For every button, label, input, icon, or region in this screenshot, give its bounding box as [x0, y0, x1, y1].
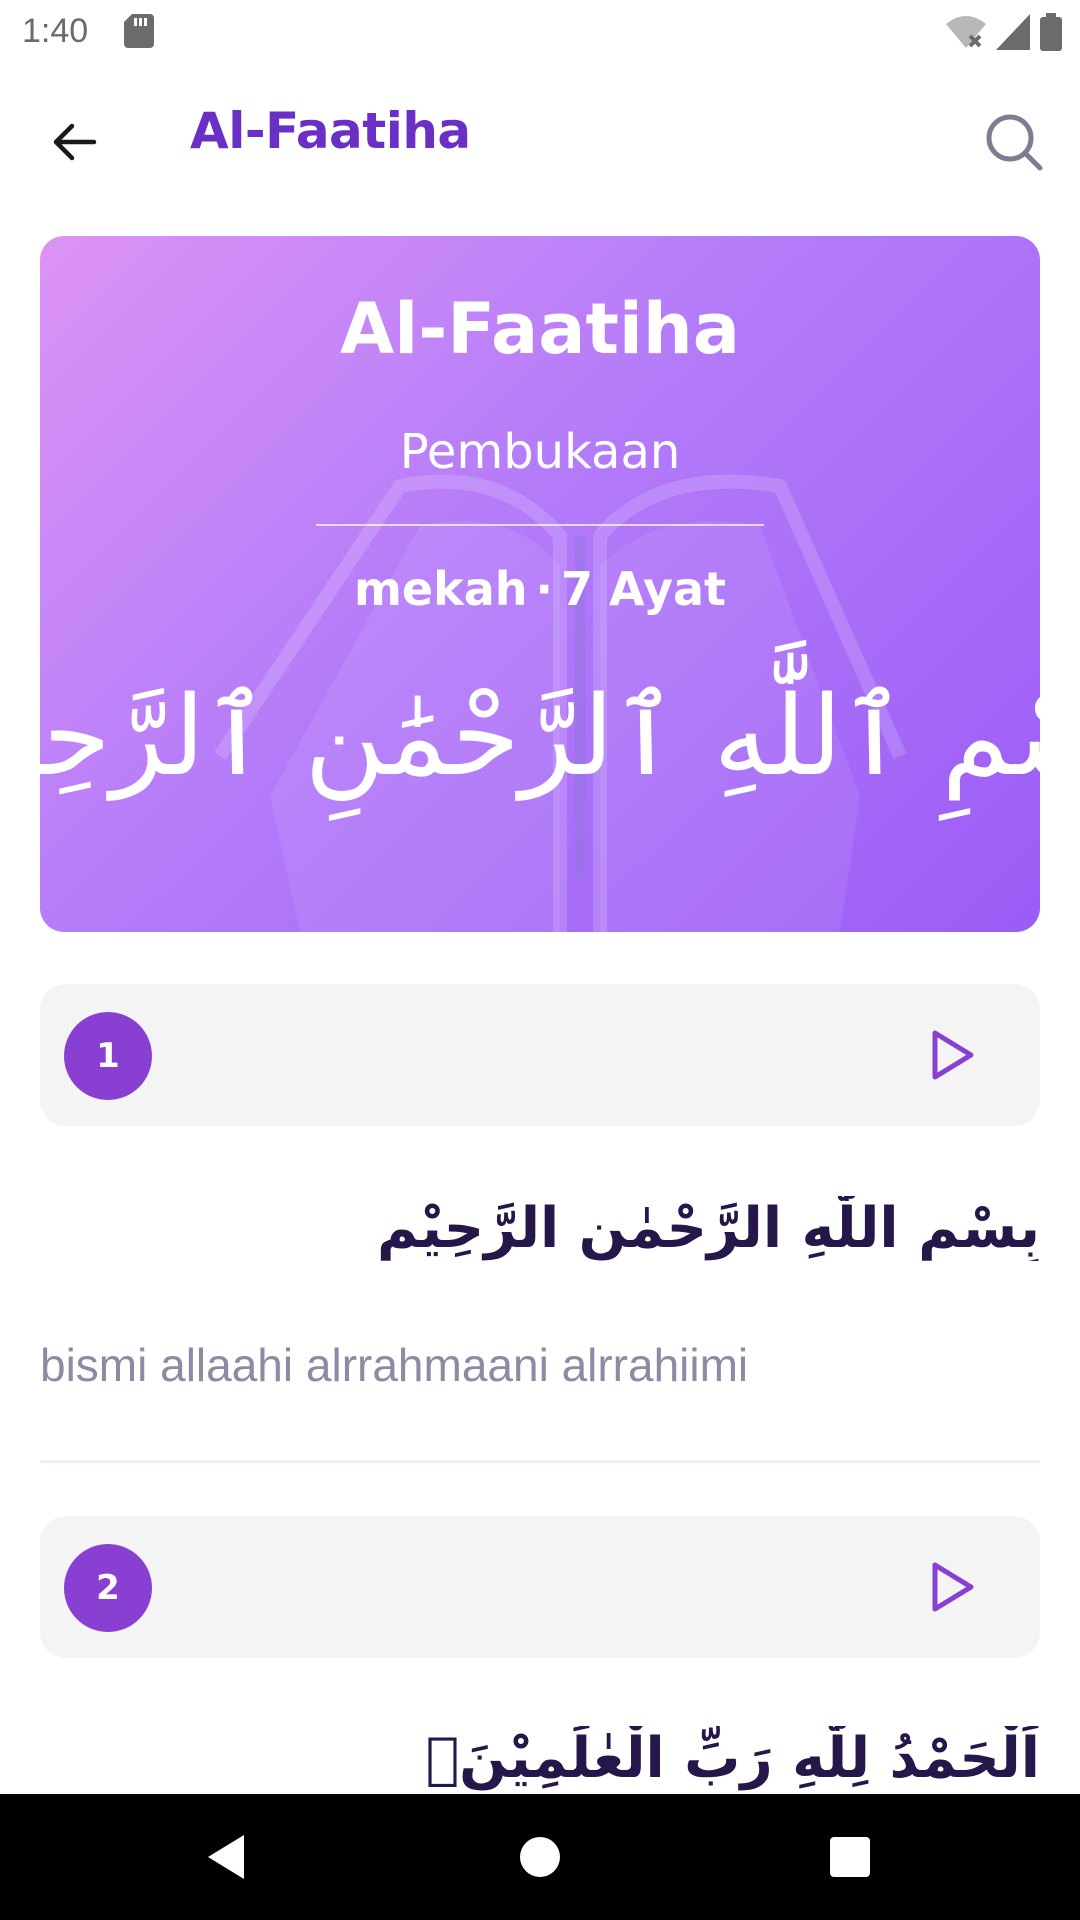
surah-name: Al-Faatiha	[340, 288, 740, 370]
ayah-count: 7 Ayat	[561, 562, 726, 616]
nav-home-button[interactable]	[510, 1827, 570, 1887]
ayah-arabic-text: اَلْحَمْدُ لِلّٰهِ رَبِّ الْعٰلَمِيْنَۙ	[425, 1726, 1040, 1791]
page-title: Al-Faatiha	[190, 102, 471, 160]
play-button[interactable]	[918, 1552, 988, 1622]
status-time: 1:40	[22, 12, 89, 50]
ayah-header-bar: 1	[40, 984, 1040, 1126]
play-button[interactable]	[918, 1020, 988, 1090]
play-icon	[932, 1562, 974, 1612]
ayah-transliteration: bismi allaahi alrrahmaani alrrahiimi	[40, 1338, 1040, 1392]
status-bar: 1:40	[0, 0, 1080, 64]
play-icon	[932, 1030, 974, 1080]
ayah-transliteration-text: bismi allaahi alrrahmaani alrrahiimi	[40, 1339, 749, 1391]
ayah-arabic-text: بِسْمِ اللّٰهِ الرَّحْمٰنِ الرَّحِيْمِ	[376, 1196, 1040, 1261]
card-divider	[316, 524, 764, 526]
signal-icon	[996, 14, 1030, 50]
nav-recents-icon	[830, 1837, 870, 1877]
arrow-back-icon	[53, 123, 97, 161]
ayah-divider	[40, 1460, 1040, 1463]
basmalah-calligraphy: بِسْمِ ٱللَّٰهِ ٱلرَّحْمَٰنِ ٱلرَّحِيمِ	[40, 672, 1040, 800]
nav-back-button[interactable]	[196, 1827, 256, 1887]
search-button[interactable]	[976, 104, 1052, 180]
sd-card-icon	[124, 14, 154, 48]
back-button[interactable]	[36, 104, 112, 180]
battery-icon	[1040, 13, 1062, 51]
system-navigation-bar	[0, 1794, 1080, 1920]
ayah-header-bar: 2	[40, 1516, 1040, 1658]
ayah-number-badge: 1	[64, 1012, 152, 1100]
nav-back-icon	[208, 1835, 244, 1879]
revelation-place: mekah	[354, 562, 528, 616]
ayah-number-badge: 2	[64, 1544, 152, 1632]
surah-meta: mekah · 7 Ayat	[40, 562, 1040, 616]
nav-recents-button[interactable]	[820, 1827, 880, 1887]
wifi-off-icon	[946, 16, 986, 48]
surah-header-card: Al-Faatiha Pembukaan mekah·7 Ayat بِسْمِ…	[40, 236, 1040, 932]
search-icon	[986, 114, 1043, 171]
meta-separator: ·	[535, 562, 553, 616]
app-bar: Al-Faatiha	[0, 64, 1080, 204]
surah-translation: Pembukaan	[399, 424, 681, 480]
nav-home-icon	[520, 1837, 560, 1877]
